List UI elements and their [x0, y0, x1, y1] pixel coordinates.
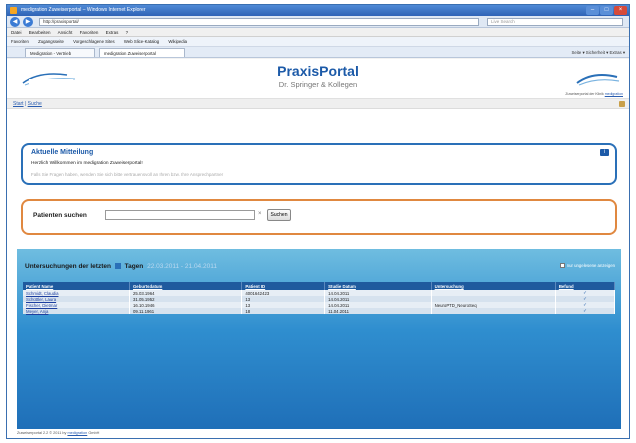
minimize-button[interactable]: – [586, 6, 599, 15]
search-button[interactable]: Suchen [267, 209, 291, 221]
favorites-item[interactable]: Favoriten [11, 39, 29, 44]
menu-item-view[interactable]: Ansicht [58, 30, 73, 35]
close-button[interactable]: × [614, 6, 627, 15]
maximize-button[interactable]: □ [600, 6, 613, 15]
home-icon[interactable] [619, 101, 625, 107]
column-report[interactable]: Befund [555, 282, 616, 290]
breadcrumb-search[interactable]: Suche [28, 101, 42, 107]
patient-search-label: Patienten suchen [33, 212, 87, 219]
only-unread-toggle[interactable]: nur ungelesene anzeigen [559, 263, 615, 269]
news-box: Aktuelle Mitteilung Herzlich Willkommen … [21, 143, 617, 185]
favorites-item[interactable]: Wikipedia [168, 39, 187, 44]
column-examination[interactable]: Untersuchung [431, 282, 556, 290]
table-header-row: Patient Name Geburtsdatum Patient ID Stu… [23, 282, 616, 290]
report-icon[interactable]: ✓ [555, 308, 616, 314]
page-subtitle: Dr. Springer & Kollegen [278, 80, 358, 89]
window-title: medigration Zuweiserportal – Windows Int… [21, 7, 146, 13]
menu-bar: Datei Bearbeiten Ansicht Favoriten Extra… [7, 28, 629, 37]
page-header: PraxisPortal Dr. Springer & Kollegen Zuw… [7, 59, 629, 99]
table-row[interactable]: Meyer, Anja 09.11.1961 18 11.04.2011 ✓ [23, 308, 616, 314]
clear-icon[interactable]: × [258, 211, 262, 217]
days-select[interactable] [114, 263, 121, 270]
info-icon[interactable]: i [600, 149, 609, 156]
column-birthdate[interactable]: Geburtsdatum [129, 282, 243, 290]
tab-zuweiserportal[interactable]: medigration Zuweiserportal [99, 48, 185, 57]
column-study-date[interactable]: Studie Datum [324, 282, 432, 290]
examinations-panel: Untersuchungen der letzten Tagen 22.03.2… [17, 249, 621, 429]
browser-window: medigration Zuweiserportal – Windows Int… [6, 4, 630, 439]
owner-line: Zuweiserportal der Klinik medigration [565, 92, 623, 96]
news-title: Aktuelle Mitteilung [31, 149, 94, 156]
favorites-item[interactable]: Vorgeschlagene Sites [73, 39, 115, 44]
examinations-heading: Untersuchungen der letzten Tagen 22.03.2… [25, 263, 217, 270]
column-patient-name[interactable]: Patient Name [23, 282, 130, 290]
cell-patient-id: 18 [241, 308, 326, 314]
menu-item-help[interactable]: ? [126, 30, 129, 35]
breadcrumb: Start | Suche [7, 99, 629, 109]
browser-icon [10, 7, 17, 14]
page-footer: Zuweiserportal 2.2 © 2011 by medigration… [17, 431, 100, 435]
menu-item-favorites[interactable]: Favoriten [80, 30, 99, 35]
address-row: ◀ ▶ http://praxisportal/ Live Search [7, 16, 629, 28]
tab-row: Medigration - Vertrieb medigration Zuwei… [7, 47, 629, 58]
menu-item-tools[interactable]: Extras [106, 30, 119, 35]
browser-search-input[interactable]: Live Search [487, 18, 623, 26]
cell-birthdate: 09.11.1961 [129, 308, 243, 314]
owner-link[interactable]: medigration [605, 92, 623, 96]
address-bar[interactable]: http://praxisportal/ [39, 18, 479, 26]
page-title: PraxisPortal [277, 63, 359, 79]
tab-vertrieb[interactable]: Medigration - Vertrieb [25, 48, 95, 57]
menu-item-edit[interactable]: Bearbeiten [29, 30, 51, 35]
menu-item-file[interactable]: Datei [11, 30, 22, 35]
cell-examination [431, 308, 556, 314]
only-unread-checkbox[interactable] [559, 263, 565, 269]
clinic-logo [576, 74, 620, 86]
patient-search-box: Patienten suchen × Suchen [21, 199, 617, 235]
news-note: Falls Sie Fragen haben, wenden Sie sich … [31, 172, 224, 177]
favorites-item[interactable]: Zugangsseite [38, 39, 64, 44]
patient-name-link[interactable]: Meyer, Anja [23, 308, 130, 314]
cell-study-date: 11.04.2011 [324, 308, 432, 314]
news-message: Herzlich Willkommen im medigration Zuwei… [31, 161, 143, 166]
footer-link[interactable]: medigration [67, 431, 87, 435]
favorites-item[interactable]: Web Slice-Katalog [124, 39, 159, 44]
forward-button[interactable]: ▶ [23, 17, 33, 27]
date-range: 22.03.2011 - 21.04.2011 [147, 263, 217, 270]
column-patient-id[interactable]: Patient ID [241, 282, 326, 290]
tab-tools[interactable]: Seite ▾ Sicherheit ▾ Extras ▾ [571, 48, 625, 57]
examinations-table: Patient Name Geburtsdatum Patient ID Stu… [23, 282, 616, 314]
patient-search-input[interactable] [105, 210, 255, 220]
favorites-bar: Favoriten Zugangsseite Vorgeschlagene Si… [7, 37, 629, 47]
back-button[interactable]: ◀ [10, 17, 20, 27]
title-bar: medigration Zuweiserportal – Windows Int… [7, 5, 629, 16]
breadcrumb-start[interactable]: Start [13, 101, 24, 107]
